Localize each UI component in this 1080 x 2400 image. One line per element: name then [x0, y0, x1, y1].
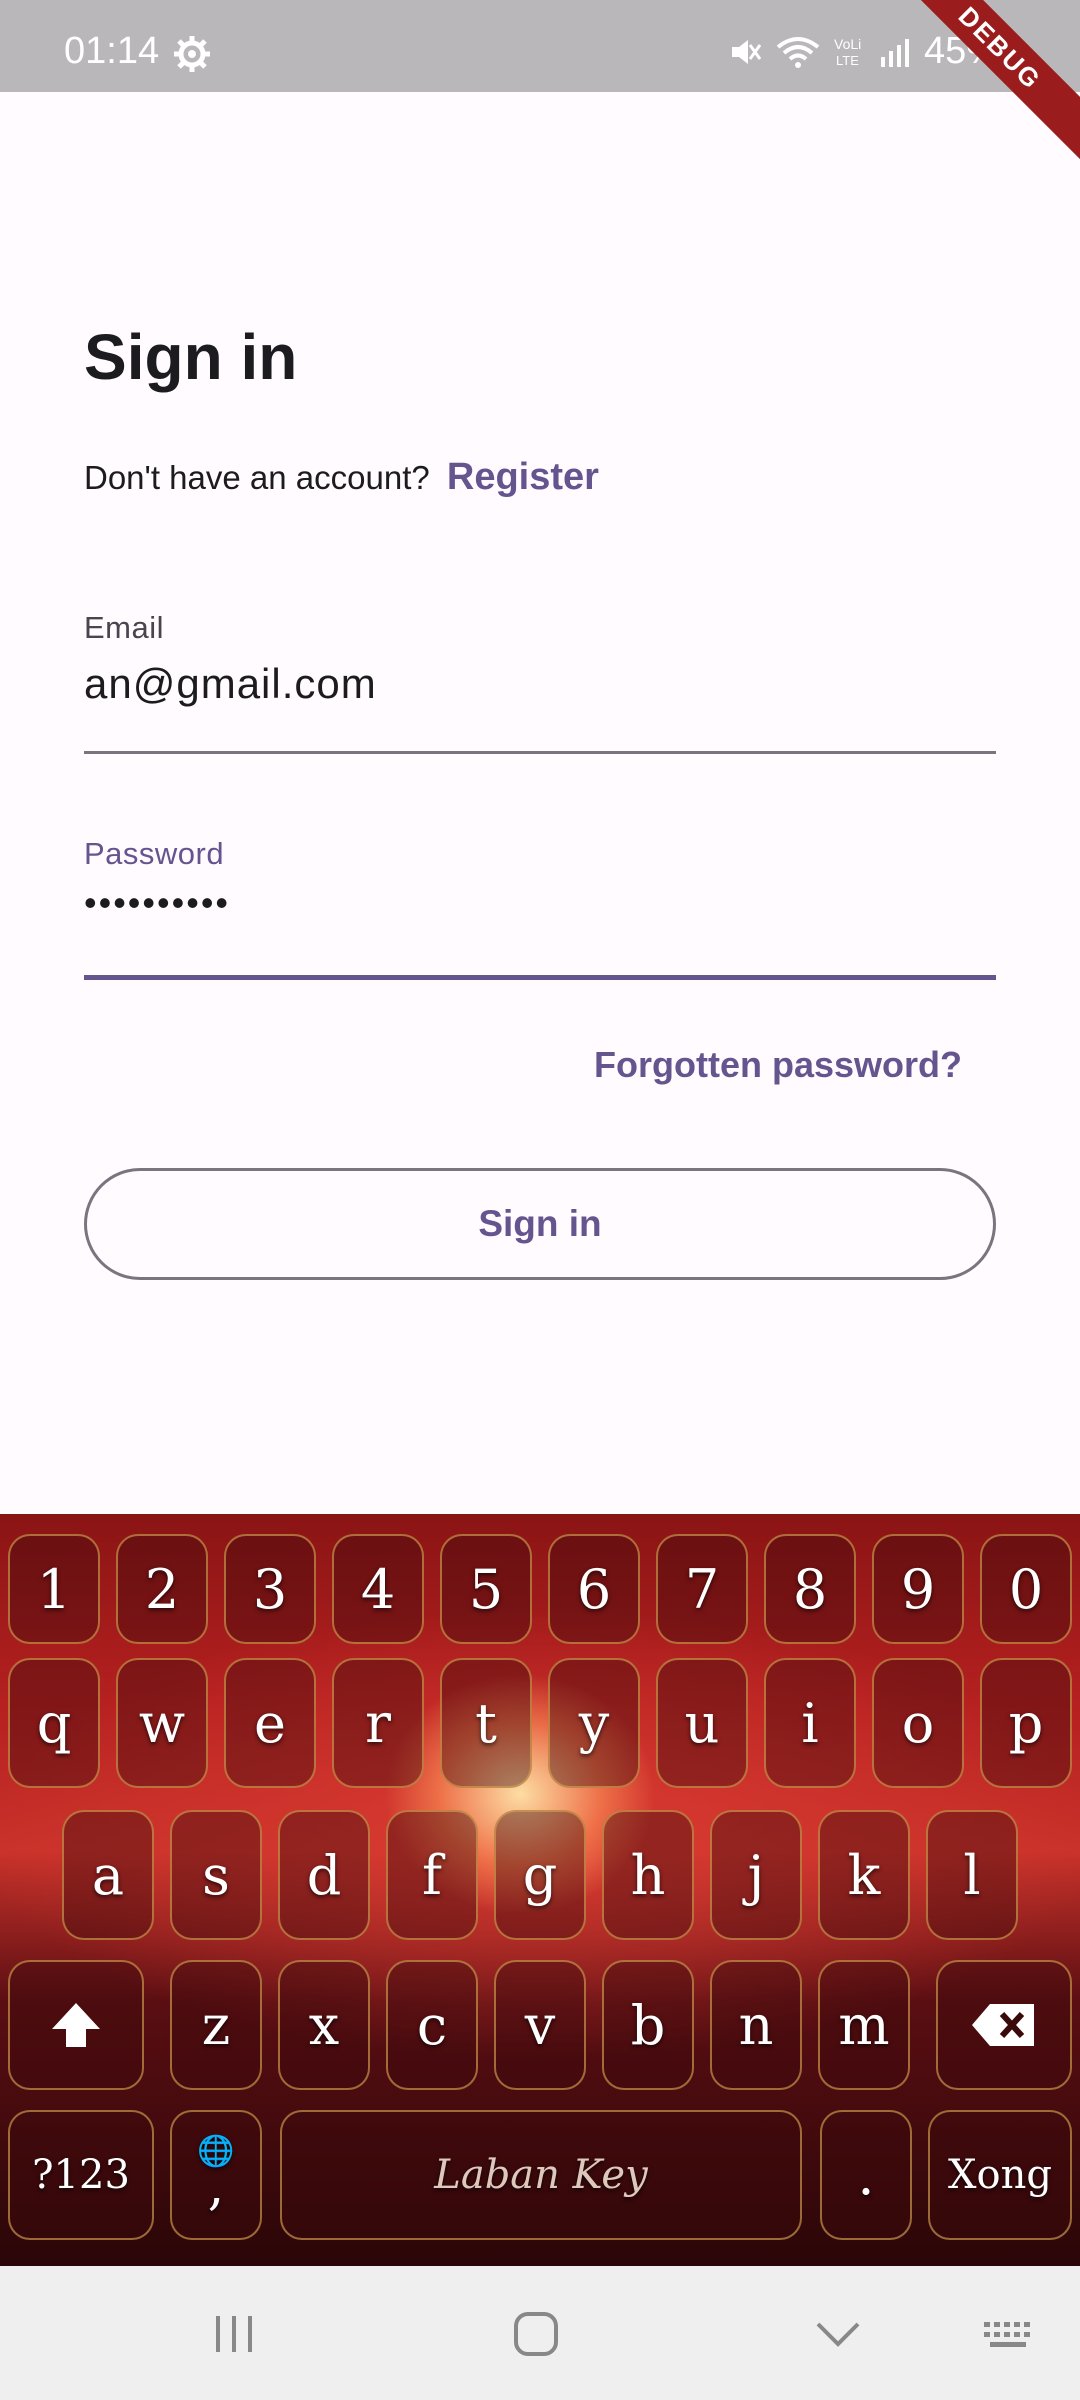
number-key-4[interactable]: 4 — [332, 1534, 424, 1644]
globe-comma-key[interactable]: 🌐 , — [170, 2110, 262, 2240]
letter-key-u[interactable]: u — [656, 1658, 748, 1788]
letter-key-h[interactable]: h — [602, 1810, 694, 1940]
letter-key-z[interactable]: z — [170, 1960, 262, 2090]
letter-key-m[interactable]: m — [818, 1960, 910, 2090]
password-input[interactable]: •••••••••• — [84, 882, 996, 924]
number-key-9[interactable]: 9 — [872, 1534, 964, 1644]
home-icon[interactable] — [506, 2304, 566, 2364]
register-row: Don't have an account? Register — [84, 456, 599, 499]
number-key-1[interactable]: 1 — [8, 1534, 100, 1644]
letter-key-g[interactable]: g — [494, 1810, 586, 1940]
settings-icon — [172, 34, 212, 74]
number-key-8[interactable]: 8 — [764, 1534, 856, 1644]
svg-text:LTE: LTE — [836, 53, 859, 68]
period-key[interactable]: . — [820, 2110, 912, 2240]
letter-key-v[interactable]: v — [494, 1960, 586, 2090]
letter-key-f[interactable]: f — [386, 1810, 478, 1940]
keyboard: ?123 🌐 , Laban Key . Xong 1234567890 qwer… — [0, 1514, 1080, 2266]
number-key-3[interactable]: 3 — [224, 1534, 316, 1644]
letter-key-o[interactable]: o — [872, 1658, 964, 1788]
keyboard-icon[interactable] — [980, 2304, 1040, 2364]
email-field[interactable]: Email an@gmail.com — [84, 610, 996, 754]
back-chevron-icon[interactable] — [808, 2304, 868, 2364]
letter-key-e[interactable]: e — [224, 1658, 316, 1788]
letter-key-c[interactable]: c — [386, 1960, 478, 2090]
register-prompt: Don't have an account? — [84, 459, 430, 496]
letter-key-q[interactable]: q — [8, 1658, 100, 1788]
shift-icon — [52, 2003, 100, 2047]
number-key-7[interactable]: 7 — [656, 1534, 748, 1644]
password-label: Password — [84, 836, 225, 871]
letter-key-k[interactable]: k — [818, 1810, 910, 1940]
forgot-password-link[interactable]: Forgotten password? — [594, 1044, 962, 1086]
signal-icon — [880, 37, 910, 67]
number-key-0[interactable]: 0 — [980, 1534, 1072, 1644]
email-label: Email — [84, 610, 165, 645]
number-key-2[interactable]: 2 — [116, 1534, 208, 1644]
svg-text:VoLi: VoLi — [834, 36, 861, 52]
space-label: Laban Key — [434, 2152, 648, 2198]
debug-ribbon: DEBUG — [878, 0, 1080, 170]
sign-in-button[interactable]: Sign in — [84, 1168, 996, 1280]
wifi-icon — [776, 35, 820, 69]
letter-key-l[interactable]: l — [926, 1810, 1018, 1940]
recent-apps-icon[interactable] — [204, 2304, 264, 2364]
password-field[interactable]: Password •••••••••• — [84, 836, 996, 980]
letter-key-p[interactable]: p — [980, 1658, 1072, 1788]
number-key-6[interactable]: 6 — [548, 1534, 640, 1644]
symbols-key[interactable]: ?123 — [8, 2110, 154, 2240]
shift-key[interactable] — [8, 1960, 144, 2090]
letter-key-r[interactable]: r — [332, 1658, 424, 1788]
volte-icon: VoLi LTE — [834, 35, 866, 69]
status-bar: 01:14 VoLi LTE 45% DEBUG — [0, 0, 1080, 170]
comma-label: , — [207, 2157, 225, 2217]
letter-key-a[interactable]: a — [62, 1810, 154, 1940]
mute-icon — [728, 35, 762, 69]
letter-key-t[interactable]: t — [440, 1658, 532, 1788]
letter-key-w[interactable]: w — [116, 1658, 208, 1788]
letter-key-x[interactable]: x — [278, 1960, 370, 2090]
letter-key-j[interactable]: j — [710, 1810, 802, 1940]
backspace-icon — [972, 2004, 1034, 2046]
register-link[interactable]: Register — [447, 456, 599, 498]
letter-key-y[interactable]: y — [548, 1658, 640, 1788]
done-key[interactable]: Xong — [928, 2110, 1072, 2240]
space-key[interactable]: Laban Key — [280, 2110, 802, 2240]
letter-key-n[interactable]: n — [710, 1960, 802, 2090]
page-title: Sign in — [84, 321, 298, 393]
letter-key-i[interactable]: i — [764, 1658, 856, 1788]
navigation-bar — [0, 2266, 1080, 2400]
backspace-key[interactable] — [936, 1960, 1072, 2090]
letter-key-b[interactable]: b — [602, 1960, 694, 2090]
email-input[interactable]: an@gmail.com — [84, 660, 996, 708]
number-key-5[interactable]: 5 — [440, 1534, 532, 1644]
letter-key-d[interactable]: d — [278, 1810, 370, 1940]
status-time: 01:14 — [64, 30, 160, 72]
letter-key-s[interactable]: s — [170, 1810, 262, 1940]
